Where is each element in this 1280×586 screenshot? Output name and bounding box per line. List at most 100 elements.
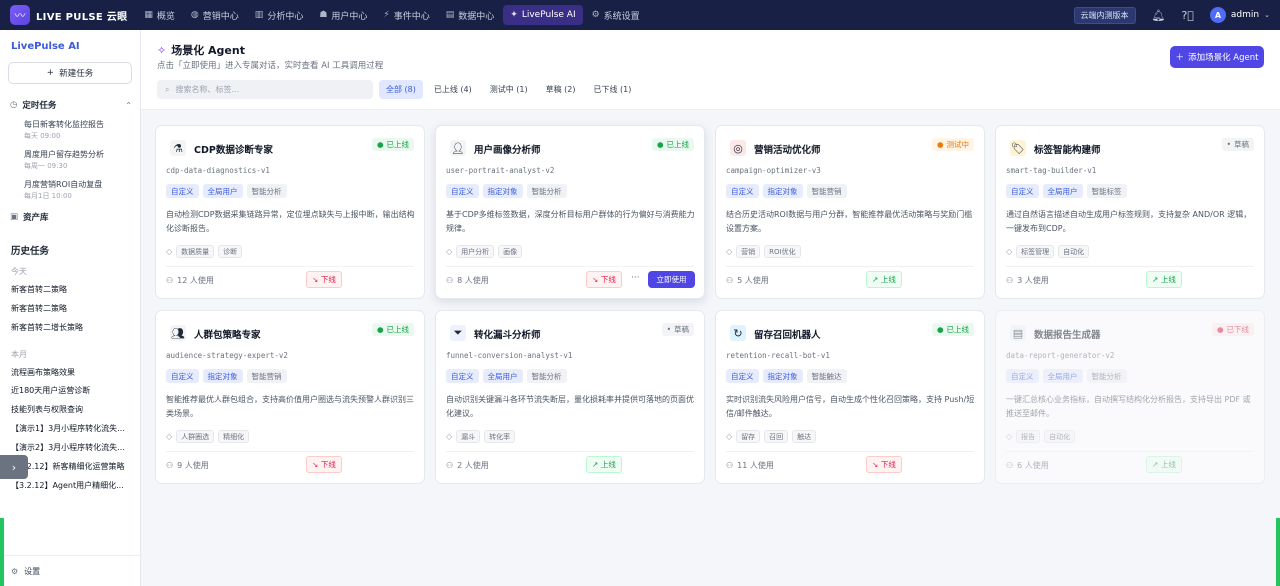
keyword-list: ◇ 漏斗 转化率 <box>446 430 516 443</box>
top-nav-bar: 〰 LIVE PULSE 云眼 ▦ 概览 ◍ 营销中心 ▥ 分析中心 ☗ 用户中心 ⚡ 事… <box>0 0 1280 30</box>
action-label: 上线 <box>600 460 616 469</box>
go-online-button[interactable]: ↗ 上线 <box>1146 456 1182 473</box>
tag-outline-icon: ◇ <box>1006 247 1013 256</box>
users-icon: ⚇ <box>726 276 734 285</box>
user-menu[interactable]: A admin ⌄ <box>1209 7 1270 23</box>
scope-tag: 自定义 <box>166 184 199 198</box>
take-offline-button[interactable]: ↘ 下线 <box>306 456 342 473</box>
nav-item-data[interactable]: ▤ 数据中心 <box>439 5 502 25</box>
scope-tag: 自定义 <box>1006 184 1039 198</box>
power-icon: ↘ <box>872 460 881 469</box>
filter-testing[interactable]: 测试中 (1) <box>483 80 535 99</box>
nav-item-users[interactable]: ☗ 用户中心 <box>312 5 374 25</box>
nav-label: 概览 <box>156 11 175 22</box>
scheduled-item[interactable]: 月度营销ROI自动复盘 每月1日 10:00 <box>24 179 134 201</box>
target-tag: 全局用户 <box>202 184 243 198</box>
scheduled-label: 定时任务 <box>22 101 57 111</box>
nav-label: 系统设置 <box>603 11 640 22</box>
users-icon: ⚇ <box>726 461 734 470</box>
nav-item-overview[interactable]: ▦ 概览 <box>137 5 182 25</box>
filter-offline[interactable]: 已下线 (1) <box>587 80 639 99</box>
nav-item-livepulse-ai[interactable]: ✦ LivePulse AI <box>503 5 583 25</box>
agent-card[interactable]: ⏷ 转化漏斗分析师 • 草稿 funnel-conversion-analyst-… <box>435 310 705 484</box>
history-item[interactable]: 【演示2】3月小程序转化流失... <box>11 442 131 453</box>
go-online-button[interactable]: ↗ 上线 <box>586 456 622 473</box>
nav-item-marketing[interactable]: ◍ 营销中心 <box>184 5 246 25</box>
sidebar-title: LivePulse AI <box>11 41 80 52</box>
funnel-icon: ⏷ <box>450 325 466 341</box>
bell-icon[interactable]: 🔔︎ <box>1152 9 1166 22</box>
logo[interactable]: 〰 LIVE PULSE 云眼 <box>10 5 127 25</box>
keyword-chip: 自动化 <box>1044 430 1076 443</box>
history-item[interactable]: 【演示1】3月小程序转化流失... <box>11 423 131 434</box>
scheduled-item[interactable]: 每日新客转化监控报告 每天 09:00 <box>24 119 134 141</box>
take-offline-button[interactable]: ↘ 下线 <box>866 456 902 473</box>
keyword-chip: 召回 <box>764 430 789 443</box>
arrow-up-icon: ↗ <box>1152 275 1161 284</box>
usage-text: 6 人使用 <box>1017 461 1049 470</box>
plus-icon: + <box>46 68 60 78</box>
settings-item[interactable]: ⚙ 设置 <box>0 555 141 586</box>
history-item[interactable]: 新客首转二增长策略 <box>11 322 131 333</box>
power-icon: ↘ <box>312 275 321 284</box>
nav-item-settings[interactable]: ⚙ 系统设置 <box>585 5 647 25</box>
archive-icon: ▣ <box>10 212 19 222</box>
agent-name: CDP数据诊断专家 <box>194 145 273 156</box>
nav-item-events[interactable]: ⚡ 事件中心 <box>376 5 436 25</box>
agent-card[interactable]: ⚗ CDP数据诊断专家 ● 已上线 cdp-data-diagnostics-v1… <box>155 125 425 299</box>
keyword-list: ◇ 数据质量 诊断 <box>166 245 243 258</box>
action-label: 下线 <box>320 275 336 284</box>
agent-tags: 自定义 全局用户 智能标签 <box>1006 184 1127 198</box>
agent-card[interactable]: 👤︎ 用户画像分析师 ● 已上线 user-portrait-analyst-v2… <box>435 125 705 299</box>
add-agent-button[interactable]: ＋添加场景化 Agent <box>1170 46 1264 68</box>
use-now-button[interactable]: 立即使用 <box>648 271 695 288</box>
history-item[interactable]: 新客首转二策略 <box>11 303 131 314</box>
keyword-chip: 精细化 <box>218 430 250 443</box>
take-offline-button[interactable]: ↘ 下线 <box>586 271 622 288</box>
history-item[interactable]: 近180天用户运营诊断 <box>11 385 131 396</box>
collapse-sidebar-tab[interactable]: › <box>0 455 28 479</box>
filter-online[interactable]: 已上线 (4) <box>427 80 479 99</box>
history-item[interactable]: 技能列表与权限查询 <box>11 404 131 415</box>
more-icon[interactable]: ··· <box>631 273 640 283</box>
card-divider <box>1006 451 1254 452</box>
page-subtitle: 点击「立即使用」进入专属对话，实时查看 AI 工具调用过程 <box>157 61 384 71</box>
target-tag: 指定对象 <box>202 369 243 383</box>
agent-card[interactable]: ↻ 留存召回机器人 ● 已上线 retention-recall-bot-v1 自… <box>715 310 985 484</box>
status-dot-icon: • <box>1226 140 1231 149</box>
search-input[interactable]: ⌕ 搜索名称、标签... <box>157 80 373 99</box>
status-text: 草稿 <box>674 325 689 334</box>
scheduled-item[interactable]: 周度用户留存趋势分析 每周一 09:30 <box>24 149 134 171</box>
take-offline-button[interactable]: ↘ 下线 <box>306 271 342 288</box>
help-icon[interactable]: ?⃝ <box>1181 9 1193 22</box>
asset-library-item[interactable]: ▣ 资产库 <box>10 211 132 223</box>
agent-card[interactable]: 👥︎ 人群包策略专家 ● 已上线 audience-strategy-expert… <box>155 310 425 484</box>
history-item[interactable]: 流程画布策略效果 <box>11 367 131 378</box>
agent-slug: user-portrait-analyst-v2 <box>446 166 555 175</box>
history-item[interactable]: 新客首转二策略 <box>11 284 131 295</box>
status-badge: ● 已上线 <box>371 323 414 336</box>
agent-card[interactable]: ◎ 营销活动优化师 ● 测试中 campaign-optimizer-v3 自定义… <box>715 125 985 299</box>
chevron-down-icon: ⌄ <box>1264 11 1270 19</box>
history-item[interactable]: 【3.2.12】Agent用户精细化... <box>11 480 131 491</box>
agent-card[interactable]: 🏷︎ 标签智能构建师 • 草稿 smart-tag-builder-v1 自定义 … <box>995 125 1265 299</box>
agent-card[interactable]: ▤ 数据报告生成器 ● 已下线 data-report-generator-v2 … <box>995 310 1265 484</box>
scope-tag: 自定义 <box>446 369 479 383</box>
scheduled-tasks-header[interactable]: ◷ 定时任务 ⌃ <box>10 99 132 111</box>
nav-label: 分析中心 <box>267 11 304 22</box>
nav-label: 用户中心 <box>331 11 368 22</box>
go-online-button[interactable]: ↗ 上线 <box>1146 271 1182 288</box>
new-task-button[interactable]: + 新建任务 <box>8 62 132 84</box>
target-tag: 指定对象 <box>482 184 523 198</box>
history-item[interactable]: 【3.2.12】新客精细化运营策略 <box>11 461 131 472</box>
status-text: 已上线 <box>386 325 410 334</box>
settings-label: 设置 <box>24 566 41 576</box>
nav-item-analysis[interactable]: ▥ 分析中心 <box>248 5 311 25</box>
agent-slug: cdp-data-diagnostics-v1 <box>166 166 270 175</box>
go-online-button[interactable]: ↗ 上线 <box>866 271 902 288</box>
filter-all[interactable]: 全部 (8) <box>379 80 423 99</box>
status-dot-icon: • <box>666 325 671 334</box>
agent-description: 一键汇总核心业务指标，自动撰写结构化分析报告，支持导出 PDF 或推送至邮件。 <box>1006 395 1251 418</box>
keyword-list: ◇ 用户分析 画像 <box>446 245 523 258</box>
filter-draft[interactable]: 草稿 (2) <box>539 80 583 99</box>
